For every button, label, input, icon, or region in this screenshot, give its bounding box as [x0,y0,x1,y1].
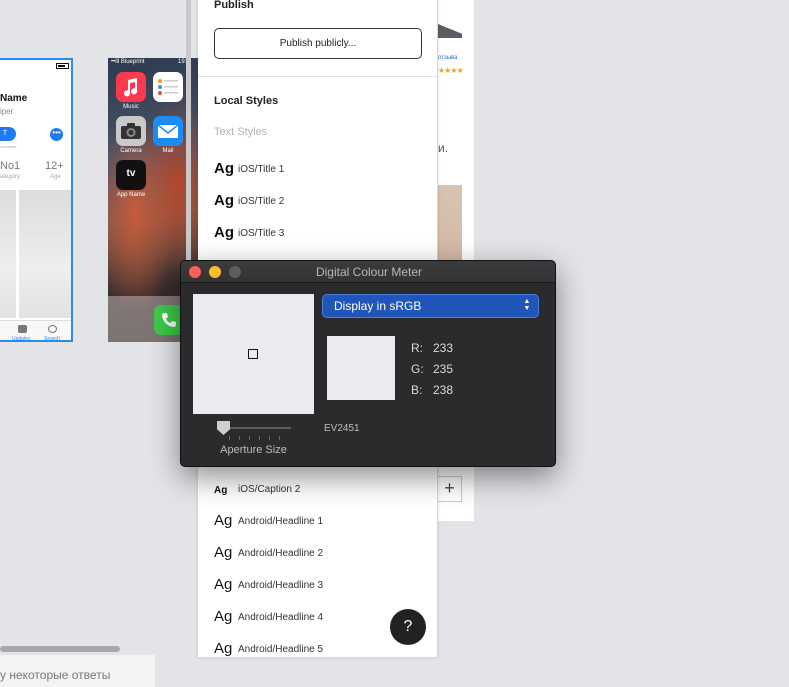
local-styles-heading: Local Styles [214,95,279,107]
text-style-item[interactable]: Ag Android/Headline 2 [214,544,424,564]
blue-value: 238 [433,383,454,397]
text-style-item[interactable]: Ag iOS/Caption 2 [214,480,424,500]
canvas-divider [186,0,191,300]
tv-label: tv [126,168,136,179]
publish-publicly-button[interactable]: Publish publicly... [214,28,422,59]
colour-swatch [327,336,395,400]
text-style-name: iOS/Title 1 [238,164,285,175]
slider-tick [269,436,270,440]
get-caption: urchases [0,144,17,149]
horizontal-scrollbar[interactable] [0,646,120,652]
tab-updates[interactable]: Updates [12,336,31,340]
aperture-slider-thumb[interactable] [217,421,230,435]
display-model: EV2451 [324,423,360,434]
stat-age-label: Age [50,174,61,180]
bottom-text: у некоторые ответы [0,668,111,682]
get-button[interactable]: T [0,127,16,141]
text-style-item[interactable]: Ag iOS/Title 3 [214,224,424,244]
stat-rank-label: ategory [0,174,21,180]
app-name: Name [0,93,28,104]
text-style-item[interactable]: Ag iOS/Title 2 [214,192,424,212]
text-style-item[interactable]: Ag Android/Headline 1 [214,512,424,532]
publish-heading: Publish [214,0,254,11]
text-style-name: Android/Headline 4 [238,612,324,623]
green-readout: G: 235 [411,362,453,376]
stat-rank: No1 [0,160,20,172]
text-style-preview: Ag [214,576,233,593]
red-value: 233 [433,341,454,355]
screenshot-thumb [0,190,16,318]
blue-readout: B: 238 [411,383,453,397]
window-title: Digital Colour Meter [315,265,423,279]
magnifier-preview [193,294,314,414]
text-style-preview: Ag [214,608,233,625]
green-label: G: [411,362,424,376]
reminders-app-icon[interactable] [153,72,183,102]
chevron-updown-icon: ▲ ▼ [523,298,531,312]
mail-app-icon[interactable] [153,116,183,146]
text-style-name: Android/Headline 1 [238,516,324,527]
text-fragment: и. [438,141,449,155]
pin-icon [438,24,462,38]
slider-tick [259,436,260,440]
slider-tick [279,436,280,440]
text-style-item[interactable]: Ag iOS/Title 1 [214,160,424,180]
colour-meter-window: Digital Colour Meter Display in sRGB ▲ ▼ … [180,260,556,467]
text-style-preview: Ag [214,512,233,529]
battery-icon [56,63,69,69]
text-style-preview: Ag [214,640,233,657]
app-label: Camera [120,148,142,154]
text-style-preview: Ag [214,160,234,177]
app-label: App Name [116,192,146,198]
search-icon[interactable] [48,325,57,333]
slider-tick [239,436,240,440]
display-mode-select[interactable]: Display in sRGB ▲ ▼ [322,294,539,318]
aperture-indicator [248,349,258,359]
text-style-item[interactable]: Ag Android/Headline 5 [214,640,424,657]
app-label: Music [123,104,139,110]
plus-button[interactable]: + [438,476,462,502]
panel-divider [198,76,437,77]
camera-app-icon[interactable] [116,116,146,146]
text-style-name: Android/Headline 5 [238,644,324,655]
reviews-link[interactable]: отзыва [438,55,457,61]
text-style-preview: Ag [214,192,234,209]
text-style-preview: Ag [214,485,228,496]
app-subtitle: iper [0,107,14,116]
appstore-frame[interactable]: Name iper T ••• urchases No1 ategory 12+… [0,58,73,342]
text-style-name: iOS/Title 2 [238,196,285,207]
green-value: 235 [433,362,454,376]
stat-age: 12+ [45,160,64,172]
app-label: Mail [162,148,174,154]
carrier-label: ••lll Blueprint [111,59,145,65]
text-style-name: Android/Headline 2 [238,548,324,559]
text-styles-label: Text Styles [214,126,268,138]
screenshot-thumb [19,190,71,318]
blue-label: B: [411,383,423,397]
rating-stars: ★★★★ [438,66,464,75]
more-icon[interactable]: ••• [50,128,63,141]
updates-icon[interactable] [18,325,27,333]
tv-app-icon[interactable]: tv [116,160,146,190]
red-label: R: [411,341,423,355]
text-style-name: Android/Headline 3 [238,580,324,591]
text-style-name: iOS/Caption 2 [238,484,301,495]
music-app-icon[interactable] [116,72,146,102]
bottom-strip: у некоторые ответы [0,655,155,687]
tab-search[interactable]: Search [44,336,60,340]
window-titlebar[interactable]: Digital Colour Meter [181,261,555,283]
stat-rank-value: No1 [0,160,21,172]
text-style-preview: Ag [214,544,233,561]
tab-bar: Updates Search [0,320,71,340]
text-style-name: iOS/Title 3 [238,228,285,239]
red-readout: R: 233 [411,341,453,355]
slider-tick [229,436,230,440]
aperture-slider-track[interactable] [221,427,291,429]
help-button[interactable]: ? [390,609,426,645]
text-style-preview: Ag [214,224,234,241]
display-mode-value: Display in sRGB [334,299,422,313]
text-style-item[interactable]: Ag Android/Headline 3 [214,576,424,596]
aperture-size-label: Aperture Size [220,444,287,456]
slider-tick [249,436,250,440]
